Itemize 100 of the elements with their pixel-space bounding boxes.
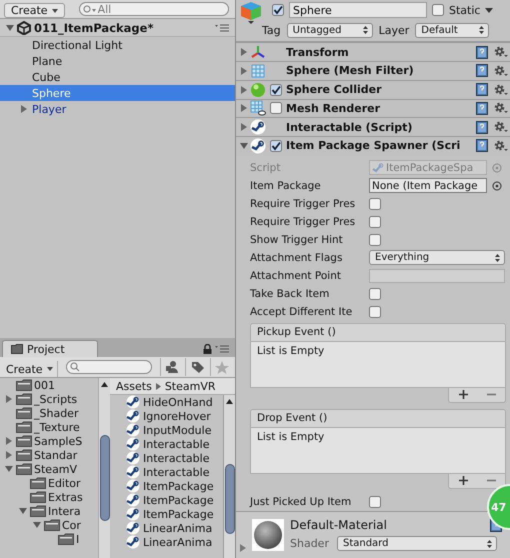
layer-dropdown[interactable]: Default <box>415 22 490 38</box>
lock-icon[interactable] <box>203 344 212 354</box>
steam-logo-icon <box>126 507 140 521</box>
hierarchy-item[interactable]: Player <box>0 101 235 117</box>
collapsed-arrow-icon[interactable] <box>5 395 13 403</box>
checkbox[interactable] <box>369 198 381 210</box>
folder-item[interactable]: Intera <box>0 504 98 518</box>
steam-logo-icon <box>250 138 266 154</box>
settings-gear-icon[interactable] <box>494 140 508 152</box>
search-field[interactable] <box>66 360 152 374</box>
settings-gear-icon[interactable] <box>494 121 508 134</box>
script-asset-item[interactable]: HideOnHand <box>110 395 223 409</box>
shader-label: Shader <box>290 537 329 550</box>
script-asset-item[interactable]: IgnoreHover <box>110 409 223 423</box>
folder-item[interactable]: 001 <box>0 378 98 392</box>
scrollbar-thumb[interactable] <box>100 435 110 521</box>
name-field[interactable]: Sphere <box>289 2 427 18</box>
scrollbar[interactable] <box>223 395 235 558</box>
enabled-checkbox[interactable] <box>270 84 282 96</box>
expanded-arrow-icon[interactable] <box>240 142 248 150</box>
expanded-arrow-icon[interactable] <box>5 465 13 473</box>
component-title: Interactable (Script) <box>286 120 414 134</box>
folder-item[interactable]: Standar <box>0 448 98 462</box>
flags-dropdown[interactable]: Everything <box>369 250 505 266</box>
settings-gear-icon[interactable] <box>494 46 508 58</box>
collapsed-arrow-icon[interactable] <box>240 123 248 132</box>
script-asset-item[interactable]: Interactable <box>110 465 223 479</box>
checkbox[interactable] <box>369 288 381 300</box>
folder-icon <box>16 463 32 475</box>
checkbox[interactable] <box>369 496 381 508</box>
active-checkbox[interactable] <box>272 4 284 16</box>
folder-item[interactable]: _Shader <box>0 406 98 420</box>
axes-icon <box>250 44 266 60</box>
text-field[interactable] <box>369 268 505 283</box>
script-asset-item[interactable]: ItemPackage <box>110 493 223 507</box>
folder-item[interactable]: I <box>0 532 98 546</box>
menu-icon[interactable] <box>215 24 229 32</box>
help-book-icon[interactable] <box>476 139 488 152</box>
folder-item[interactable]: Extras <box>0 490 98 504</box>
script-asset-item[interactable]: ItemPackage <box>110 507 223 521</box>
expanded-arrow-icon[interactable] <box>6 24 14 32</box>
project-tab[interactable]: Project <box>2 340 98 357</box>
folder-item[interactable]: SteamV <box>0 462 98 476</box>
folder-icon <box>58 533 74 545</box>
create-button[interactable]: Create <box>2 361 58 377</box>
script-asset-item[interactable]: LinearAnima <box>110 521 223 535</box>
search-field[interactable]: All <box>78 2 229 16</box>
scroll-up-icon[interactable] <box>101 382 108 387</box>
collapsed-arrow-icon[interactable] <box>240 104 248 112</box>
checkbox[interactable] <box>369 216 381 228</box>
folder-item[interactable]: SampleS <box>0 434 98 448</box>
folder-item[interactable]: Editor <box>0 476 98 490</box>
settings-gear-icon[interactable] <box>494 102 508 114</box>
breadcrumb-link[interactable]: Assets <box>116 380 152 392</box>
hierarchy-item[interactable]: Directional Light <box>0 37 235 53</box>
help-book-icon[interactable] <box>476 102 488 115</box>
script-asset-item[interactable]: LinearAnima <box>110 535 223 549</box>
collapsed-arrow-icon[interactable] <box>240 66 248 75</box>
property-label: Attachment Flags <box>250 252 344 264</box>
collapsed-arrow-icon[interactable] <box>20 105 28 113</box>
static-checkbox[interactable] <box>432 4 444 16</box>
help-book-icon[interactable] <box>476 83 488 96</box>
enabled-checkbox[interactable] <box>270 102 282 114</box>
help-book-icon[interactable] <box>476 120 488 134</box>
shader-dropdown[interactable]: Standard <box>336 536 497 552</box>
scrollbar-thumb[interactable] <box>224 464 234 534</box>
folder-icon <box>30 491 46 503</box>
property-label: Require Trigger Pres <box>250 216 356 228</box>
caret-icon[interactable] <box>485 8 494 12</box>
script-asset-item[interactable]: ItemPackage <box>110 479 223 493</box>
component-title: Transform <box>286 46 350 59</box>
checkbox[interactable] <box>369 234 381 246</box>
script-asset-item[interactable]: InputModule <box>110 423 223 437</box>
create-button[interactable]: Create <box>4 3 65 18</box>
object-picker-icon[interactable] <box>492 180 502 191</box>
collapsed-arrow-icon[interactable] <box>240 544 246 552</box>
collapsed-arrow-icon[interactable] <box>240 48 248 56</box>
script-asset-item[interactable]: Interactable <box>110 437 223 451</box>
object-field[interactable]: None (Item Package <box>369 178 487 194</box>
hierarchy-item[interactable]: Sphere <box>0 85 235 101</box>
folder-item[interactable]: _Scripts <box>0 392 98 406</box>
checkbox[interactable] <box>369 306 381 318</box>
menu-icon[interactable] <box>215 344 229 352</box>
folder-item[interactable]: Cor <box>0 518 98 532</box>
script-asset-item[interactable]: Interactable <box>110 451 223 465</box>
breadcrumb-link[interactable]: SteamVR <box>164 380 216 392</box>
hierarchy-item[interactable]: Cube <box>0 69 235 85</box>
scroll-up-icon[interactable] <box>226 399 233 404</box>
help-book-icon[interactable] <box>476 64 488 78</box>
settings-gear-icon[interactable] <box>494 64 508 77</box>
scrollbar[interactable] <box>98 378 110 558</box>
folder-item[interactable]: _Texture <box>0 420 98 434</box>
plus-icon[interactable] <box>458 476 468 486</box>
plus-icon[interactable] <box>458 390 468 400</box>
tag-dropdown[interactable]: Untagged <box>286 22 373 38</box>
enabled-checkbox[interactable] <box>270 140 282 152</box>
help-book-icon[interactable] <box>476 46 488 59</box>
settings-gear-icon[interactable] <box>494 84 508 96</box>
hierarchy-item[interactable]: Plane <box>0 53 235 69</box>
collapsed-arrow-icon[interactable] <box>240 86 248 94</box>
